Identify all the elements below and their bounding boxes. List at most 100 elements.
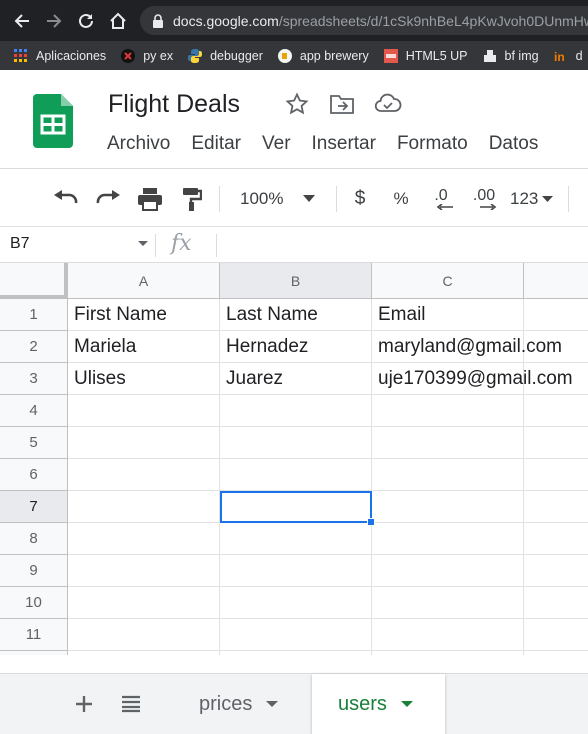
star-button[interactable] (285, 92, 309, 121)
redo-button[interactable] (94, 186, 122, 212)
zoom-select[interactable]: 100% (240, 186, 322, 212)
bookmark-d[interactable]: in d (554, 49, 583, 63)
cell[interactable] (524, 363, 588, 395)
bookmark-py-ex[interactable]: py ex (121, 48, 173, 63)
row-header-11[interactable]: 11 (0, 619, 68, 651)
cell[interactable] (68, 491, 220, 523)
cell[interactable] (68, 555, 220, 587)
cell[interactable]: Hernadez (220, 331, 372, 363)
home-button[interactable] (102, 0, 133, 41)
cell[interactable] (220, 619, 372, 651)
cell[interactable] (372, 619, 524, 651)
menu-insertar[interactable]: Insertar (312, 133, 376, 155)
menu-archivo[interactable]: Archivo (107, 133, 170, 155)
address-bar[interactable]: docs.google.com/spreadsheets/d/1cSk9nhBe… (140, 6, 588, 35)
bookmark-html5up[interactable]: HTML5 UP (383, 48, 468, 63)
bookmark-app-brewery[interactable]: app brewery (277, 48, 369, 63)
cell[interactable] (372, 427, 524, 459)
menu-editar[interactable]: Editar (191, 133, 241, 155)
increase-decimal-button[interactable]: .00 (469, 186, 499, 212)
cell[interactable] (524, 331, 588, 363)
row-header-8[interactable]: 8 (0, 523, 68, 555)
cell[interactable] (372, 491, 524, 523)
cell[interactable] (524, 555, 588, 587)
all-sheets-button[interactable] (119, 692, 143, 716)
cell[interactable]: Juarez (220, 363, 372, 395)
cell[interactable] (524, 651, 588, 655)
cell[interactable] (372, 523, 524, 555)
row-header-4[interactable]: 4 (0, 395, 68, 427)
row-header-1[interactable]: 1 (0, 299, 68, 331)
cell[interactable] (372, 395, 524, 427)
sheet-tab-prices[interactable]: prices (175, 674, 310, 734)
cell[interactable]: uje170399@gmail.com (372, 363, 573, 395)
cell[interactable]: Email (372, 299, 524, 331)
cell[interactable] (220, 459, 372, 491)
cell[interactable] (524, 491, 588, 523)
menu-ver[interactable]: Ver (262, 133, 291, 155)
row-header-10[interactable]: 10 (0, 587, 68, 619)
bookmark-debugger[interactable]: debugger (188, 48, 263, 63)
cell[interactable] (372, 587, 524, 619)
print-button[interactable] (136, 186, 164, 212)
bookmark-bf-img[interactable]: bf img (483, 49, 539, 63)
cell[interactable]: Ulises (68, 363, 220, 395)
document-title[interactable]: Flight Deals (108, 90, 240, 119)
row-header-9[interactable]: 9 (0, 555, 68, 587)
undo-button[interactable] (52, 186, 80, 212)
row-header-12[interactable] (0, 651, 68, 655)
cell[interactable] (220, 555, 372, 587)
cell[interactable] (372, 555, 524, 587)
column-header-d[interactable] (524, 263, 588, 299)
cell[interactable] (220, 395, 372, 427)
cell[interactable] (524, 619, 588, 651)
sheets-logo[interactable] (33, 94, 73, 153)
cell[interactable] (220, 587, 372, 619)
cell[interactable] (68, 651, 220, 655)
back-button[interactable] (6, 0, 37, 41)
cell[interactable] (524, 299, 588, 331)
paint-format-button[interactable] (180, 186, 204, 212)
cell[interactable] (68, 459, 220, 491)
cell[interactable]: Mariela (68, 331, 220, 363)
cell[interactable] (524, 459, 588, 491)
move-button[interactable] (329, 92, 355, 121)
bookmark-aplicaciones[interactable]: Aplicaciones (14, 48, 106, 63)
cell[interactable] (524, 587, 588, 619)
cell[interactable] (524, 395, 588, 427)
cell[interactable]: maryland@gmail.com (372, 331, 562, 363)
row-header-5[interactable]: 5 (0, 427, 68, 459)
cell[interactable]: Last Name (220, 299, 372, 331)
column-header-c[interactable]: C (372, 263, 524, 299)
cell[interactable] (68, 619, 220, 651)
formula-input[interactable] (224, 234, 584, 257)
percent-format-button[interactable]: % (391, 186, 411, 212)
column-header-a[interactable]: A (68, 263, 220, 299)
row-header-7[interactable]: 7 (0, 491, 68, 523)
cell[interactable] (372, 651, 524, 655)
name-box[interactable]: B7 (10, 235, 148, 253)
cell[interactable] (524, 523, 588, 555)
cloud-status-button[interactable] (374, 92, 402, 121)
currency-format-button[interactable]: $ (350, 186, 370, 212)
cell[interactable] (68, 427, 220, 459)
cell[interactable] (524, 427, 588, 459)
sheet-tab-users[interactable]: users (312, 674, 445, 734)
add-sheet-button[interactable] (72, 692, 96, 716)
cell[interactable] (68, 395, 220, 427)
cell[interactable] (68, 523, 220, 555)
fill-handle[interactable] (367, 518, 375, 526)
select-all-corner[interactable] (0, 263, 68, 299)
menu-datos[interactable]: Datos (489, 133, 539, 155)
more-formats-select[interactable]: 123 (510, 186, 558, 212)
menu-formato[interactable]: Formato (397, 133, 468, 155)
cell[interactable] (220, 427, 372, 459)
row-header-3[interactable]: 3 (0, 363, 68, 395)
cell[interactable] (68, 587, 220, 619)
row-header-6[interactable]: 6 (0, 459, 68, 491)
cell[interactable] (372, 459, 524, 491)
row-header-2[interactable]: 2 (0, 331, 68, 363)
cell[interactable] (220, 651, 372, 655)
column-header-b[interactable]: B (220, 263, 372, 299)
cell[interactable] (220, 523, 372, 555)
